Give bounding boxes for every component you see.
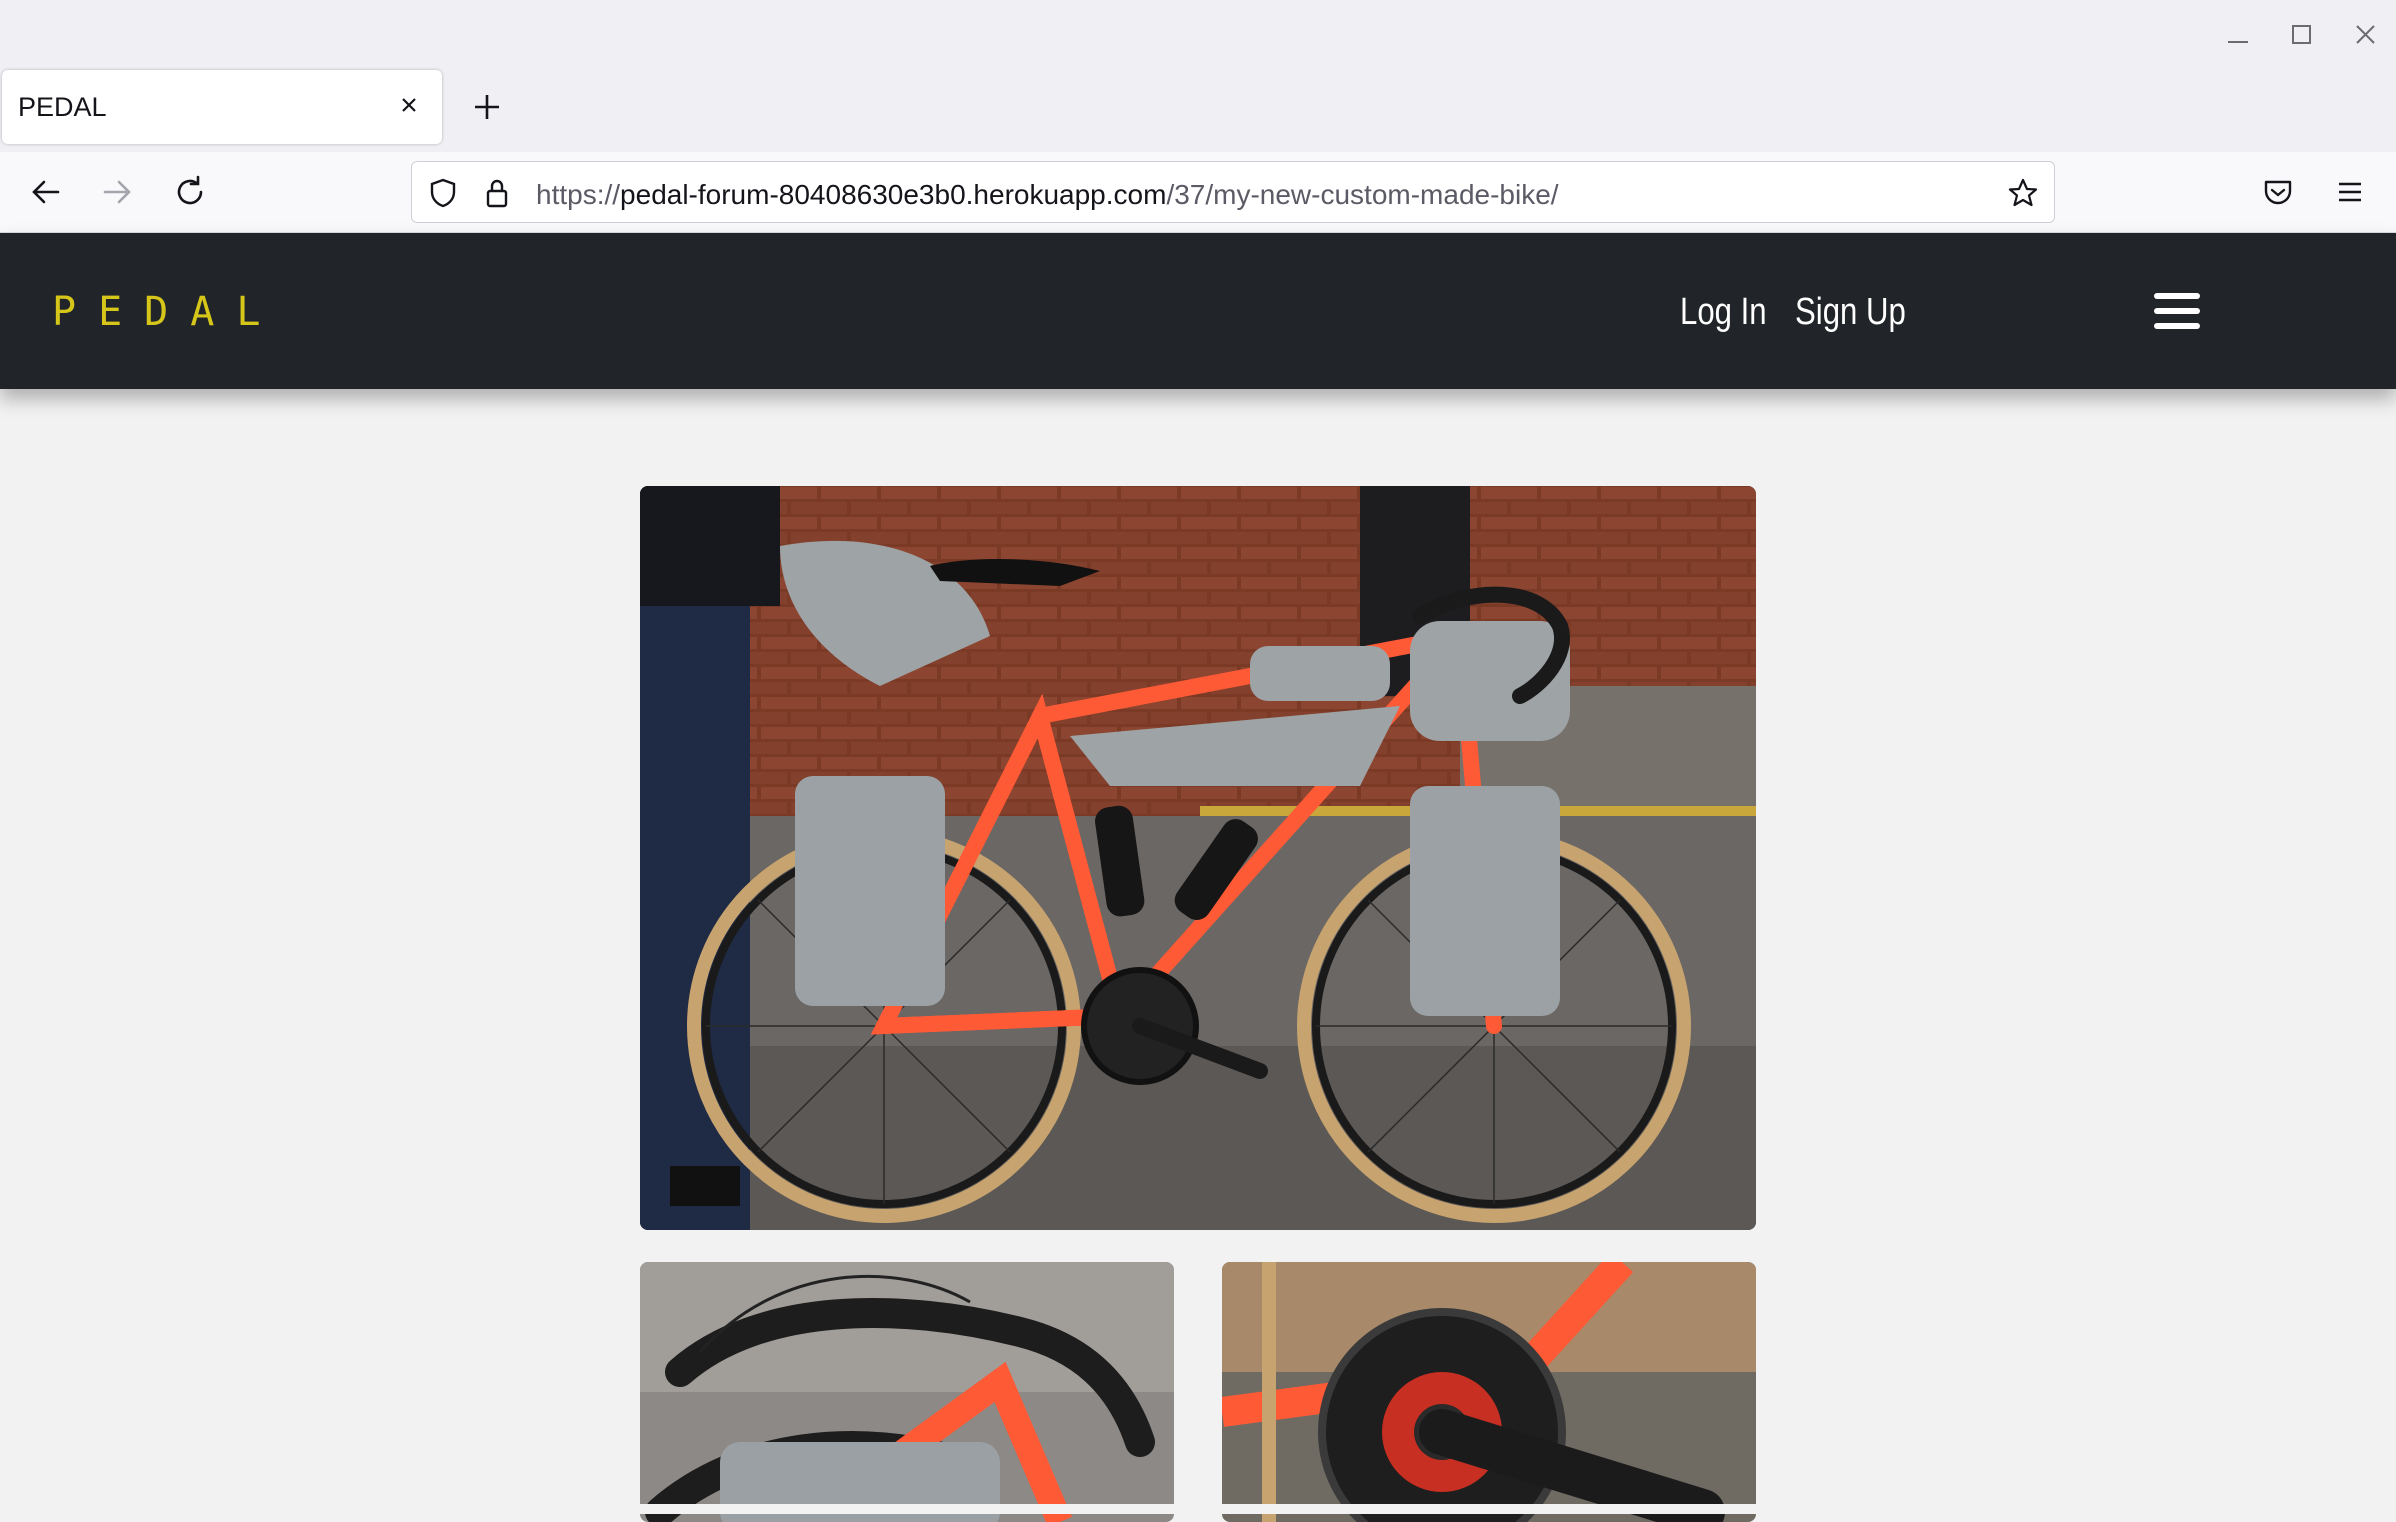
new-tab-icon[interactable] xyxy=(470,90,504,124)
site-logo[interactable]: PEDAL xyxy=(52,289,282,335)
reload-icon[interactable] xyxy=(170,172,210,212)
browser-tab[interactable]: PEDAL xyxy=(2,70,442,144)
hamburger-menu-icon[interactable] xyxy=(2154,291,2202,331)
back-icon[interactable] xyxy=(26,172,66,212)
bookmark-star-icon[interactable] xyxy=(2006,176,2040,210)
site-header: PEDAL Log In Sign Up xyxy=(0,233,2396,389)
handlebar-detail-photo[interactable] xyxy=(640,1262,1174,1522)
bike-main-photo[interactable] xyxy=(640,486,1756,1230)
forward-icon[interactable] xyxy=(97,172,137,212)
maximize-icon[interactable] xyxy=(2285,18,2317,50)
page-bottom-edge xyxy=(0,1504,2396,1514)
lock-icon[interactable] xyxy=(480,176,514,210)
shield-icon[interactable] xyxy=(426,176,460,210)
close-window-icon[interactable] xyxy=(2349,18,2381,50)
login-link[interactable]: Log In xyxy=(1680,291,1767,334)
minimize-icon[interactable] xyxy=(2222,18,2254,50)
pocket-icon[interactable] xyxy=(2258,172,2298,212)
url-text[interactable]: https://pedal-forum-80408630e3b0.herokua… xyxy=(536,179,1559,211)
url-host: pedal-forum-80408630e3b0.herokuapp.com xyxy=(620,179,1167,210)
address-bar[interactable]: https://pedal-forum-80408630e3b0.herokua… xyxy=(411,161,2055,223)
menu-icon[interactable] xyxy=(2330,172,2370,212)
crankset-detail-photo[interactable] xyxy=(1222,1262,1756,1522)
browser-tabstrip: PEDAL xyxy=(0,0,2396,152)
browser-toolbar: https://pedal-forum-80408630e3b0.herokua… xyxy=(0,152,2396,233)
tab-title: PEDAL xyxy=(18,92,107,122)
signup-link[interactable]: Sign Up xyxy=(1795,291,1906,334)
close-tab-icon[interactable] xyxy=(394,90,424,120)
url-path: /37/my-new-custom-made-bike/ xyxy=(1166,179,1559,210)
url-scheme: https:// xyxy=(536,179,621,210)
